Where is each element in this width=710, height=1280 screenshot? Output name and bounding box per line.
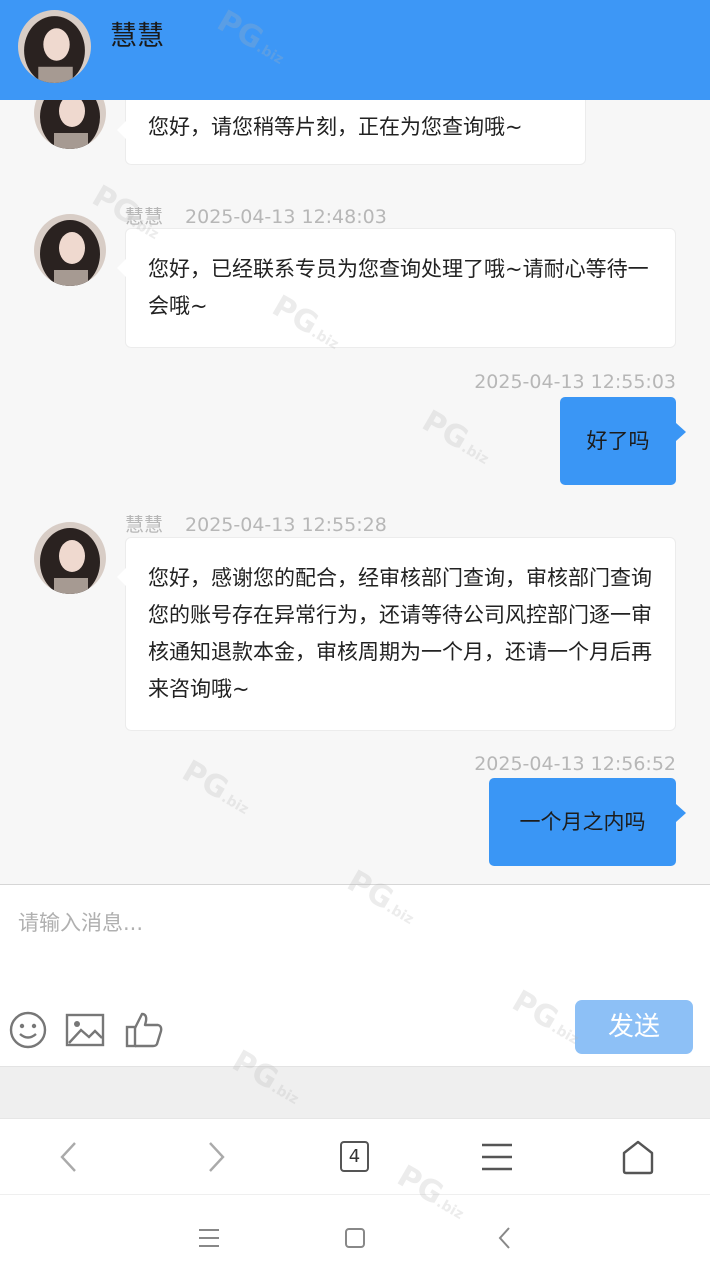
tabs-button[interactable]: 4 — [340, 1141, 369, 1172]
home-icon[interactable] — [618, 1137, 658, 1177]
contact-avatar[interactable] — [18, 10, 91, 83]
system-back-icon[interactable] — [492, 1225, 518, 1251]
agent-avatar[interactable] — [34, 214, 106, 286]
message-text: 您好，已经联系专员为您查询处理了哦~请耐心等待一会哦~ — [148, 257, 649, 318]
message-text: 您好，请您稍等片刻，正在为您查询哦~ — [148, 115, 523, 139]
outgoing-message: 好了吗 — [560, 397, 686, 485]
send-button[interactable]: 发送 — [575, 1000, 693, 1054]
sender-name: 慧慧 — [125, 206, 164, 228]
smiley-icon[interactable] — [8, 1010, 48, 1050]
browser-toolbar: 4 — [0, 1118, 710, 1194]
message-input[interactable] — [18, 903, 578, 943]
incoming-message: 您好，感谢您的配合，经审核部门查询，审核部门查询您的账号存在异常行为，还请等待公… — [117, 537, 676, 731]
recent-apps-icon[interactable] — [196, 1225, 222, 1251]
contact-name: 慧慧 — [110, 21, 164, 52]
thumbs-up-icon[interactable] — [124, 1010, 164, 1050]
forward-icon[interactable] — [195, 1137, 235, 1177]
message-meta: 慧慧 2025-04-13 12:48:03 — [125, 202, 387, 229]
message-timestamp: 2025-04-13 12:48:03 — [185, 206, 387, 228]
back-icon[interactable] — [50, 1137, 90, 1177]
home-button-icon[interactable] — [342, 1225, 368, 1251]
agent-avatar[interactable] — [34, 522, 106, 594]
chat-page: 您好，请您稍等片刻，正在为您查询哦~ 慧慧 2025-04-13 12:48:03… — [0, 0, 710, 1280]
message-text: 好了吗 — [586, 429, 650, 453]
message-text: 一个月之内吗 — [519, 810, 646, 834]
sender-name: 慧慧 — [125, 514, 164, 536]
incoming-message: 您好，请您稍等片刻，正在为您查询哦~ — [117, 100, 586, 165]
system-nav-bar — [0, 1194, 710, 1280]
message-timestamp: 2025-04-13 12:55:28 — [185, 514, 387, 536]
incoming-message: 您好，已经联系专员为您查询处理了哦~请耐心等待一会哦~ — [117, 228, 676, 348]
menu-icon[interactable] — [477, 1137, 517, 1177]
image-icon[interactable] — [65, 1010, 105, 1050]
agent-avatar[interactable] — [34, 100, 106, 149]
outgoing-message: 一个月之内吗 — [489, 778, 686, 866]
message-timestamp: 2025-04-13 12:55:03 — [474, 371, 676, 393]
message-text: 您好，感谢您的配合，经审核部门查询，审核部门查询您的账号存在异常行为，还请等待公… — [148, 566, 652, 701]
message-list[interactable]: 您好，请您稍等片刻，正在为您查询哦~ 慧慧 2025-04-13 12:48:03… — [0, 100, 710, 884]
chat-header: 慧慧 — [0, 0, 710, 100]
message-meta: 慧慧 2025-04-13 12:55:28 — [125, 510, 387, 537]
message-timestamp: 2025-04-13 12:56:52 — [474, 753, 676, 775]
divider-band — [0, 1066, 710, 1118]
